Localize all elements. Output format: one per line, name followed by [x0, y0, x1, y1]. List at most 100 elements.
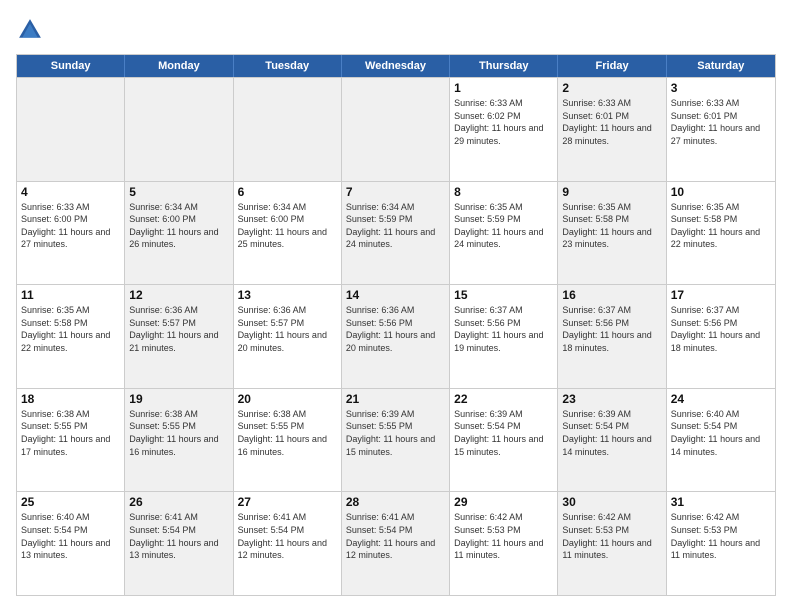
cell-info: Sunrise: 6:41 AM Sunset: 5:54 PM Dayligh… [238, 511, 337, 561]
calendar-cell-26: 26 Sunrise: 6:41 AM Sunset: 5:54 PM Dayli… [125, 492, 233, 595]
calendar-cell-30: 30 Sunrise: 6:42 AM Sunset: 5:53 PM Dayli… [558, 492, 666, 595]
cell-info: Sunrise: 6:33 AM Sunset: 6:02 PM Dayligh… [454, 97, 553, 147]
calendar-cell-10: 10Sunrise: 6:35 AM Sunset: 5:58 PM Dayli… [667, 182, 775, 285]
calendar-cell-23: 23 Sunrise: 6:39 AM Sunset: 5:54 PM Dayli… [558, 389, 666, 492]
cell-info: Sunrise: 6:38 AM Sunset: 5:55 PM Dayligh… [238, 408, 337, 458]
calendar-week-5: 25 Sunrise: 6:40 AM Sunset: 5:54 PM Dayli… [17, 491, 775, 595]
col-header-sunday: Sunday [17, 55, 125, 77]
cell-info: Sunrise: 6:36 AM Sunset: 5:57 PM Dayligh… [129, 304, 228, 354]
day-number: 31 [671, 495, 771, 509]
cell-info: Sunrise: 6:36 AM Sunset: 5:57 PM Dayligh… [238, 304, 337, 354]
calendar-cell-8: 8 Sunrise: 6:35 AM Sunset: 5:59 PM Daylig… [450, 182, 558, 285]
day-number: 14 [346, 288, 445, 302]
cell-info: Sunrise: 6:38 AM Sunset: 5:55 PM Dayligh… [21, 408, 120, 458]
day-number: 25 [21, 495, 120, 509]
day-number: 23 [562, 392, 661, 406]
calendar-cell-11: 11Sunrise: 6:35 AM Sunset: 5:58 PM Dayli… [17, 285, 125, 388]
col-header-thursday: Thursday [450, 55, 558, 77]
calendar-cell-3: 3Sunrise: 6:33 AM Sunset: 6:01 PM Daylig… [667, 78, 775, 181]
col-header-saturday: Saturday [667, 55, 775, 77]
logo-icon [16, 16, 44, 44]
day-number: 9 [562, 185, 661, 199]
day-number: 26 [129, 495, 228, 509]
calendar-cell-empty-2 [234, 78, 342, 181]
cell-info: Sunrise: 6:42 AM Sunset: 5:53 PM Dayligh… [671, 511, 771, 561]
calendar-cell-empty-0 [17, 78, 125, 181]
calendar: SundayMondayTuesdayWednesdayThursdayFrid… [16, 54, 776, 596]
calendar-week-1: 1 Sunrise: 6:33 AM Sunset: 6:02 PM Daylig… [17, 77, 775, 181]
day-number: 1 [454, 81, 553, 95]
calendar-cell-6: 6 Sunrise: 6:34 AM Sunset: 6:00 PM Daylig… [234, 182, 342, 285]
calendar-cell-9: 9 Sunrise: 6:35 AM Sunset: 5:58 PM Daylig… [558, 182, 666, 285]
day-number: 19 [129, 392, 228, 406]
calendar-cell-empty-3 [342, 78, 450, 181]
calendar-cell-24: 24 Sunrise: 6:40 AM Sunset: 5:54 PM Dayli… [667, 389, 775, 492]
calendar-cell-14: 14Sunrise: 6:36 AM Sunset: 5:56 PM Dayli… [342, 285, 450, 388]
cell-info: Sunrise: 6:35 AM Sunset: 5:59 PM Dayligh… [454, 201, 553, 251]
cell-info: Sunrise: 6:42 AM Sunset: 5:53 PM Dayligh… [454, 511, 553, 561]
calendar-week-3: 11Sunrise: 6:35 AM Sunset: 5:58 PM Dayli… [17, 284, 775, 388]
cell-info: Sunrise: 6:42 AM Sunset: 5:53 PM Dayligh… [562, 511, 661, 561]
calendar-week-2: 4 Sunrise: 6:33 AM Sunset: 6:00 PM Daylig… [17, 181, 775, 285]
cell-info: Sunrise: 6:34 AM Sunset: 6:00 PM Dayligh… [129, 201, 228, 251]
day-number: 13 [238, 288, 337, 302]
cell-info: Sunrise: 6:41 AM Sunset: 5:54 PM Dayligh… [129, 511, 228, 561]
col-header-monday: Monday [125, 55, 233, 77]
day-number: 12 [129, 288, 228, 302]
calendar-cell-15: 15 Sunrise: 6:37 AM Sunset: 5:56 PM Dayli… [450, 285, 558, 388]
day-number: 24 [671, 392, 771, 406]
day-number: 21 [346, 392, 445, 406]
day-number: 29 [454, 495, 553, 509]
day-number: 18 [21, 392, 120, 406]
cell-info: Sunrise: 6:34 AM Sunset: 6:00 PM Dayligh… [238, 201, 337, 251]
calendar-body: 1 Sunrise: 6:33 AM Sunset: 6:02 PM Daylig… [17, 77, 775, 595]
day-number: 10 [671, 185, 771, 199]
cell-info: Sunrise: 6:39 AM Sunset: 5:54 PM Dayligh… [562, 408, 661, 458]
cell-info: Sunrise: 6:33 AM Sunset: 6:00 PM Dayligh… [21, 201, 120, 251]
calendar-cell-25: 25 Sunrise: 6:40 AM Sunset: 5:54 PM Dayli… [17, 492, 125, 595]
day-number: 30 [562, 495, 661, 509]
calendar-cell-1: 1 Sunrise: 6:33 AM Sunset: 6:02 PM Daylig… [450, 78, 558, 181]
page: SundayMondayTuesdayWednesdayThursdayFrid… [0, 0, 792, 612]
day-number: 4 [21, 185, 120, 199]
day-number: 15 [454, 288, 553, 302]
calendar-cell-13: 13 Sunrise: 6:36 AM Sunset: 5:57 PM Dayli… [234, 285, 342, 388]
cell-info: Sunrise: 6:37 AM Sunset: 5:56 PM Dayligh… [454, 304, 553, 354]
calendar-cell-17: 17 Sunrise: 6:37 AM Sunset: 5:56 PM Dayli… [667, 285, 775, 388]
calendar-cell-12: 12 Sunrise: 6:36 AM Sunset: 5:57 PM Dayli… [125, 285, 233, 388]
calendar-week-4: 18 Sunrise: 6:38 AM Sunset: 5:55 PM Dayli… [17, 388, 775, 492]
col-header-wednesday: Wednesday [342, 55, 450, 77]
calendar-cell-2: 2Sunrise: 6:33 AM Sunset: 6:01 PM Daylig… [558, 78, 666, 181]
day-number: 5 [129, 185, 228, 199]
cell-info: Sunrise: 6:39 AM Sunset: 5:54 PM Dayligh… [454, 408, 553, 458]
cell-info: Sunrise: 6:37 AM Sunset: 5:56 PM Dayligh… [671, 304, 771, 354]
calendar-cell-19: 19 Sunrise: 6:38 AM Sunset: 5:55 PM Dayli… [125, 389, 233, 492]
logo [16, 16, 48, 44]
day-number: 16 [562, 288, 661, 302]
header [16, 16, 776, 44]
calendar-cell-18: 18 Sunrise: 6:38 AM Sunset: 5:55 PM Dayli… [17, 389, 125, 492]
day-number: 20 [238, 392, 337, 406]
day-number: 6 [238, 185, 337, 199]
day-number: 11 [21, 288, 120, 302]
cell-info: Sunrise: 6:37 AM Sunset: 5:56 PM Dayligh… [562, 304, 661, 354]
calendar-cell-22: 22Sunrise: 6:39 AM Sunset: 5:54 PM Dayli… [450, 389, 558, 492]
day-number: 27 [238, 495, 337, 509]
calendar-cell-28: 28 Sunrise: 6:41 AM Sunset: 5:54 PM Dayli… [342, 492, 450, 595]
day-number: 28 [346, 495, 445, 509]
day-number: 7 [346, 185, 445, 199]
calendar-cell-empty-1 [125, 78, 233, 181]
cell-info: Sunrise: 6:35 AM Sunset: 5:58 PM Dayligh… [562, 201, 661, 251]
calendar-cell-7: 7Sunrise: 6:34 AM Sunset: 5:59 PM Daylig… [342, 182, 450, 285]
day-number: 8 [454, 185, 553, 199]
cell-info: Sunrise: 6:41 AM Sunset: 5:54 PM Dayligh… [346, 511, 445, 561]
calendar-cell-21: 21Sunrise: 6:39 AM Sunset: 5:55 PM Dayli… [342, 389, 450, 492]
day-number: 2 [562, 81, 661, 95]
calendar-cell-5: 5 Sunrise: 6:34 AM Sunset: 6:00 PM Daylig… [125, 182, 233, 285]
calendar-cell-20: 20 Sunrise: 6:38 AM Sunset: 5:55 PM Dayli… [234, 389, 342, 492]
cell-info: Sunrise: 6:38 AM Sunset: 5:55 PM Dayligh… [129, 408, 228, 458]
calendar-cell-27: 27 Sunrise: 6:41 AM Sunset: 5:54 PM Dayli… [234, 492, 342, 595]
cell-info: Sunrise: 6:40 AM Sunset: 5:54 PM Dayligh… [671, 408, 771, 458]
day-number: 17 [671, 288, 771, 302]
cell-info: Sunrise: 6:40 AM Sunset: 5:54 PM Dayligh… [21, 511, 120, 561]
